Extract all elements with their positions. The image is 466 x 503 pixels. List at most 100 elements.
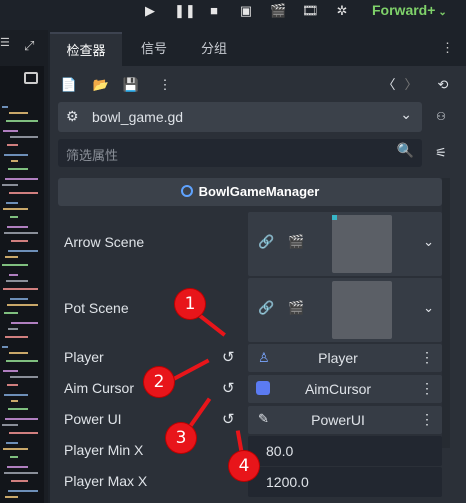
- clapperboard-icon: 🎬: [288, 234, 305, 249]
- dock-tabs: 检查器 信号 分组 ⋮: [50, 32, 466, 68]
- code-line: [3, 448, 28, 450]
- code-line: [9, 274, 18, 276]
- player-node-icon: ♙: [258, 350, 270, 365]
- code-line: [5, 336, 28, 338]
- more-icon[interactable]: ⋮: [156, 76, 174, 94]
- player-max-x-field[interactable]: 1200.0: [248, 467, 442, 497]
- prop-label-player-min-x: Player Min X: [64, 442, 144, 458]
- history-back-icon[interactable]: 〈: [380, 76, 398, 94]
- code-line: [10, 456, 18, 458]
- code-line: [7, 384, 18, 386]
- code-line: [11, 240, 28, 242]
- power-ui-field[interactable]: ✎ PowerUI ⋮: [248, 406, 442, 434]
- code-line: [6, 360, 38, 362]
- chevron-down-icon: ⌄: [438, 7, 447, 18]
- code-line: [8, 168, 28, 170]
- link-icon[interactable]: 🔗: [258, 234, 274, 250]
- prop-label-player: Player: [64, 349, 104, 365]
- tune-icon[interactable]: ⚟: [432, 144, 450, 162]
- remote-debug-icon[interactable]: ▣: [238, 3, 254, 19]
- expand-icon[interactable]: ⤢: [24, 38, 40, 54]
- code-line: [4, 154, 28, 156]
- annotation-badge-3: 3: [166, 423, 196, 453]
- pot-scene-field[interactable]: 🔗 🎬 ⌄: [248, 278, 442, 342]
- pot-scene-preview[interactable]: [332, 281, 392, 339]
- chevron-down-icon[interactable]: ⌄: [423, 234, 434, 250]
- code-line: [2, 424, 18, 426]
- code-line: [11, 160, 18, 162]
- code-line: [11, 480, 28, 482]
- more-icon[interactable]: ⋮: [420, 380, 434, 397]
- code-line: [10, 216, 18, 218]
- arrow-scene-field[interactable]: 🔗 🎬 ⌄: [248, 212, 442, 276]
- code-line: [9, 432, 38, 434]
- code-line: [10, 298, 28, 300]
- tab-inspector[interactable]: 检查器: [50, 32, 122, 68]
- pause-icon[interactable]: ❚❚: [174, 3, 196, 19]
- chevron-down-icon: ⌄: [400, 106, 412, 122]
- code-line: [2, 106, 8, 108]
- history-forward-icon[interactable]: 〉: [402, 76, 420, 94]
- code-line: [9, 112, 28, 114]
- chevron-down-icon[interactable]: ⌄: [423, 300, 434, 316]
- player-field[interactable]: ♙ Player ⋮: [248, 344, 442, 372]
- aim-cursor-field[interactable]: AimCursor ⋮: [248, 375, 442, 403]
- code-line: [5, 496, 18, 498]
- doc-icon[interactable]: ⚇: [432, 108, 450, 126]
- clapperboard-icon: 🎬: [288, 300, 305, 315]
- code-line: [2, 184, 18, 186]
- scrollbar[interactable]: [442, 178, 450, 448]
- arrow-scene-preview[interactable]: [332, 215, 392, 273]
- filter-properties-field[interactable]: 筛选属性 🔍: [58, 139, 422, 167]
- movie-maker-icon[interactable]: ✲: [334, 3, 350, 19]
- play-icon[interactable]: ▶: [142, 3, 158, 19]
- play-scene-icon[interactable]: 🎬: [270, 3, 286, 19]
- code-line: [3, 130, 18, 132]
- reset-icon[interactable]: ↺: [222, 410, 235, 428]
- code-line: [4, 394, 28, 396]
- run-toolbar: ▶ ❚❚ ■ ▣ 🎬 🎞 ✲ Forward+ ⌄: [0, 0, 466, 24]
- code-line: [11, 322, 38, 324]
- code-line: [7, 304, 38, 306]
- code-line: [8, 328, 18, 330]
- play-custom-scene-icon[interactable]: 🎞: [302, 3, 319, 19]
- code-line: [3, 208, 28, 210]
- annotation-badge-1: 1: [175, 289, 205, 319]
- reset-icon[interactable]: ↺: [222, 379, 235, 397]
- renderer-dropdown[interactable]: Forward+ ⌄: [372, 2, 447, 18]
- aim-cursor-value: AimCursor: [304, 381, 372, 397]
- search-icon: 🔍: [396, 142, 414, 158]
- player-min-x-field[interactable]: 80.0: [248, 436, 442, 466]
- prop-label-pot-scene: Pot Scene: [64, 300, 129, 316]
- code-line: [5, 418, 38, 420]
- code-line: [8, 408, 28, 410]
- gear-icon: ⚙: [66, 108, 79, 124]
- node-icon: [180, 185, 193, 197]
- open-folder-icon[interactable]: 📂: [92, 76, 110, 94]
- save-icon[interactable]: 💾: [122, 76, 140, 94]
- more-icon[interactable]: ⋮: [420, 411, 434, 428]
- window-icon[interactable]: [24, 72, 38, 84]
- list-icon[interactable]: ☰: [0, 36, 14, 50]
- player-value: Player: [318, 350, 358, 366]
- tab-groups[interactable]: 分组: [186, 32, 242, 66]
- code-line: [3, 288, 38, 290]
- tab-signals[interactable]: 信号: [126, 32, 182, 66]
- stop-icon[interactable]: ■: [206, 3, 222, 19]
- prop-label-arrow-scene: Arrow Scene: [64, 234, 145, 250]
- code-line: [4, 312, 18, 314]
- history-icon[interactable]: ⟲: [434, 76, 452, 94]
- link-icon[interactable]: 🔗: [258, 300, 274, 316]
- menu-icon[interactable]: ⋮: [441, 40, 454, 56]
- code-line: [9, 352, 28, 354]
- godot-icon: [256, 381, 270, 395]
- script-selector[interactable]: ⚙ bowl_game.gd ⌄: [58, 102, 422, 132]
- more-icon[interactable]: ⋮: [420, 349, 434, 366]
- code-line: [8, 250, 38, 252]
- code-line: [10, 136, 38, 138]
- code-line: [4, 232, 38, 234]
- code-line: [6, 442, 18, 444]
- reset-icon[interactable]: ↺: [222, 348, 235, 366]
- new-resource-icon[interactable]: 📄: [60, 76, 78, 94]
- code-line: [9, 192, 38, 194]
